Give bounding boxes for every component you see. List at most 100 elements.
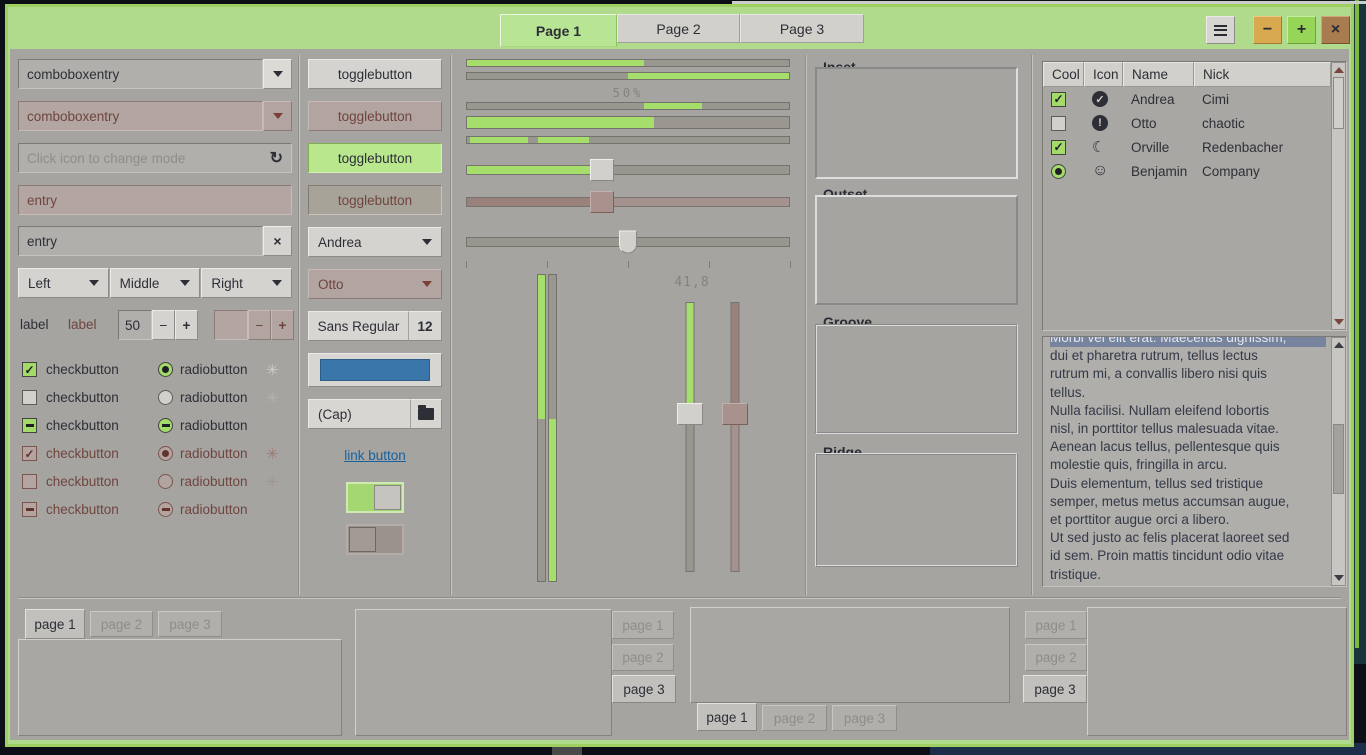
table-row[interactable]: ☺ Benjamin Company [1043,159,1331,183]
table-row[interactable]: ✓ ✓ Andrea Cimi [1043,87,1331,111]
radiobutton-mixed[interactable] [158,418,173,433]
combobox-left[interactable]: Left [18,268,109,298]
switch-on[interactable] [346,482,404,513]
separator [450,55,452,595]
scrollbar-thumb[interactable] [1333,424,1344,493]
spin-plus-button[interactable]: + [175,310,198,340]
scale-handle[interactable] [619,231,637,254]
scale-with-marks[interactable] [466,231,790,253]
close-button[interactable]: × [1321,16,1350,44]
link-button-wrap: link button [308,447,442,465]
mode-entry[interactable]: Click icon to change mode ↻ [18,143,292,173]
comboboxentry-input[interactable]: comboboxentry [18,59,263,89]
togglebutton-label: togglebutton [338,67,412,82]
tab-page-1[interactable]: Page 1 [500,14,617,47]
combobox-middle[interactable]: Middle [110,268,201,298]
column-header-label: Icon [1093,67,1119,82]
nb-top-tab-3[interactable]: page 3 [158,611,222,637]
radiobutton-selected[interactable] [158,362,173,377]
nb-bottom-tab-1[interactable]: page 1 [697,703,757,731]
checkbutton-label[interactable]: checkbutton [46,362,119,377]
column-header-nick[interactable]: Nick [1194,62,1331,87]
link-button[interactable]: link button [344,448,406,463]
separator [298,55,300,595]
togglebutton[interactable]: togglebutton [308,59,442,89]
clear-entry-button[interactable]: × [263,226,292,256]
table-row[interactable]: ✓ ☾ Orville Redenbacher [1043,135,1331,159]
treeview-scrollbar[interactable] [1331,62,1346,330]
nick-text: Redenbacher [1202,140,1283,155]
combobox-right[interactable]: Right [201,268,292,298]
scale-horizontal[interactable] [466,159,790,181]
minimize-button[interactable]: − [1253,16,1282,44]
icon-glyph: ! [1098,117,1102,129]
column-header-name[interactable]: Name [1123,62,1194,87]
column-header-icon[interactable]: Icon [1084,62,1123,87]
checkbox-unchecked[interactable] [1051,116,1066,131]
checkbox-checked[interactable]: ✓ [22,362,37,377]
scale-fill [467,198,602,206]
nb-bottom-tab-2[interactable]: page 2 [762,705,827,731]
radiobutton-label[interactable]: radiobutton [180,418,248,433]
table-row[interactable]: ! Otto chaotic [1043,111,1331,135]
combobox-value: Andrea [318,235,362,250]
checkbox-unchecked[interactable] [22,390,37,405]
spin-plus-button-disabled: + [271,310,294,340]
radiobutton-label[interactable]: radiobutton [180,390,248,405]
minimize-icon: − [1263,21,1272,39]
scale-vertical[interactable] [677,302,703,572]
cell-icon: ☺ [1084,163,1123,179]
scroll-down-icon[interactable] [1334,319,1344,325]
nb-right-tab-3[interactable]: page 3 [612,675,676,703]
checkbutton-label[interactable]: checkbutton [46,390,119,405]
chevron-down-icon [273,71,283,77]
scale-handle[interactable] [677,403,703,425]
nb-bottom-tab-3[interactable]: page 3 [832,705,897,731]
spin-minus-button[interactable]: − [152,310,175,340]
nb-top-tab-1[interactable]: page 1 [25,609,85,639]
cell-cool[interactable] [1043,164,1084,179]
maximize-button[interactable]: + [1287,16,1316,44]
nb-right-tab-1[interactable]: page 1 [612,611,674,639]
cell-cool[interactable] [1043,116,1084,131]
font-button[interactable]: Sans Regular 12 [308,311,442,341]
comboboxentry-dropdown-button[interactable] [263,59,292,89]
combobox-names[interactable]: Andrea [308,227,442,257]
checkbutton-label[interactable]: checkbutton [46,418,119,433]
checkbox-mixed[interactable] [22,418,37,433]
textview[interactable]: Morbi vel elit erat. Maecenas dignissim,… [1042,336,1347,587]
textview-scrollbar[interactable] [1331,337,1346,586]
checkbox-checked[interactable]: ✓ [1051,92,1066,107]
folder-icon [418,408,434,420]
scale-handle[interactable] [590,159,614,181]
comboboxentry-text: comboboxentry [27,67,119,82]
cell-cool[interactable]: ✓ [1043,92,1084,107]
nb-left-tab-1[interactable]: page 1 [1025,611,1087,639]
nb-right-tab-2[interactable]: page 2 [612,644,674,671]
tab-page-3[interactable]: Page 3 [740,14,864,43]
color-button[interactable] [308,353,442,387]
entry-input[interactable]: entry [18,226,263,256]
togglebutton-active[interactable]: togglebutton [308,143,442,173]
file-chooser-button[interactable]: (Cap) [308,399,442,429]
column-header-cool[interactable]: Cool [1043,62,1084,87]
checkbox-checked[interactable]: ✓ [1051,140,1066,155]
scrollbar-thumb[interactable] [1333,77,1344,129]
menu-button[interactable] [1206,16,1235,44]
scroll-up-icon[interactable] [1334,67,1344,73]
scroll-down-icon[interactable] [1334,575,1344,581]
cell-cool[interactable]: ✓ [1043,140,1084,155]
tab-label: page 1 [706,710,747,725]
refresh-icon[interactable]: ↻ [270,148,283,168]
nb-top-tab-2[interactable]: page 2 [90,611,153,637]
scroll-up-icon[interactable] [1334,342,1344,348]
radiobutton-label[interactable]: radiobutton [180,362,248,377]
nb-left-tab-2[interactable]: page 2 [1025,644,1087,671]
radiobutton-selected[interactable] [1051,164,1066,179]
tab-page-2[interactable]: Page 2 [617,14,740,43]
spinbutton-value[interactable]: 50 [118,310,152,340]
radiobutton-unselected[interactable] [158,390,173,405]
titlebar: Page 1 Page 2 Page 3 − + × [8,7,1351,49]
entry-clearable: entry × [18,226,292,256]
nb-left-tab-3[interactable]: page 3 [1023,675,1087,703]
